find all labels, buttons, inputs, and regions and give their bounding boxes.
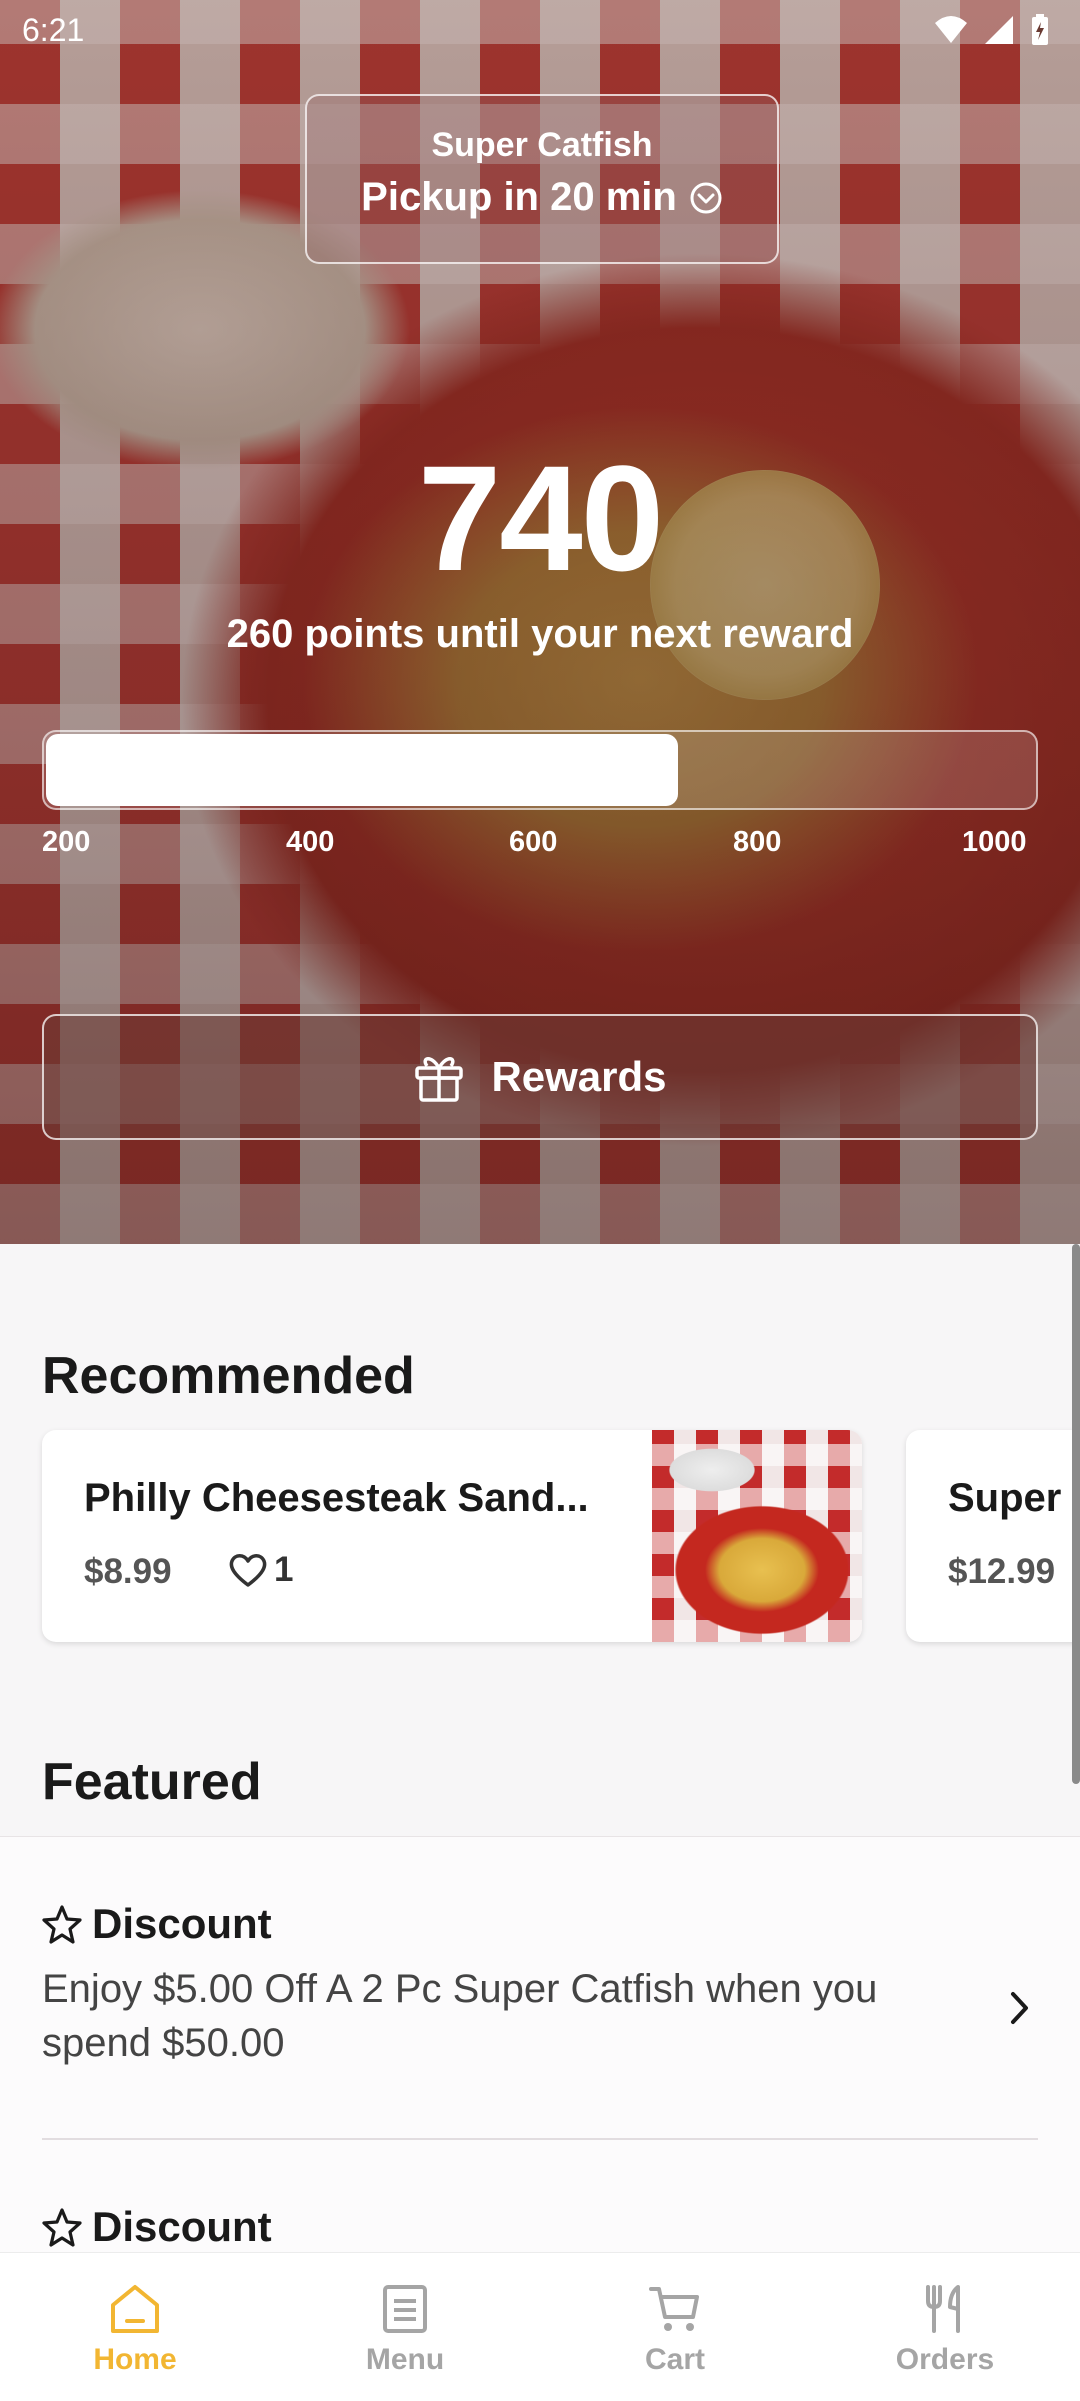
progress-tick: 600 [509, 826, 558, 858]
recommended-card[interactable]: Super $12.99 [906, 1430, 1080, 1642]
divider [42, 2138, 1038, 2140]
nav-home[interactable]: Home [0, 2253, 270, 2401]
recommended-card[interactable]: Philly Cheesesteak Sand... $8.99 1 [42, 1430, 862, 1642]
featured-item-title: Discount [92, 1900, 272, 1947]
rewards-progress-bar [42, 730, 1038, 810]
item-price: $12.99 [948, 1552, 1056, 1591]
points-total: 740 [417, 434, 664, 602]
recommended-title: Recommended [42, 1347, 415, 1405]
item-price: $8.99 [84, 1552, 172, 1591]
store-name: Super Catfish [431, 126, 653, 164]
menu-list-icon [383, 2285, 427, 2333]
like-count: 1 [274, 1550, 294, 1589]
status-icons [934, 14, 1050, 46]
home-icon [111, 2285, 159, 2333]
item-name: Philly Cheesesteak Sand... [84, 1476, 589, 1520]
item-name: Super [948, 1476, 1062, 1520]
nav-orders-label: Orders [895, 2343, 995, 2376]
star-icon [42, 2208, 82, 2247]
featured-item-description: Enjoy $5.00 Off A 2 Pc Super Catfish whe… [42, 1967, 878, 2065]
progress-tick: 400 [286, 826, 335, 858]
cart-icon [649, 2287, 699, 2331]
next-reward-text: 260 points until your next reward [226, 612, 854, 656]
fork-knife-icon [926, 2285, 960, 2333]
rewards-button-label: Rewards [491, 1053, 667, 1100]
nav-orders[interactable]: Orders [810, 2253, 1080, 2401]
battery-charging-icon [1032, 14, 1048, 45]
nav-menu[interactable]: Menu [270, 2253, 540, 2401]
pickup-selector[interactable]: Super Catfish Pickup in 20 min [305, 94, 779, 264]
nav-cart[interactable]: Cart [540, 2253, 810, 2401]
progress-tick: 200 [42, 826, 91, 858]
featured-item-title-row: Discount [42, 1900, 1038, 1948]
nav-menu-label: Menu [365, 2343, 445, 2376]
pickup-time-label: Pickup in 20 min [361, 175, 677, 219]
pickup-time-row: Pickup in 20 min [307, 175, 777, 220]
star-icon [42, 1905, 82, 1944]
item-image [652, 1430, 862, 1642]
chevron-right-icon [1011, 1992, 1028, 2024]
rewards-button[interactable]: Rewards [42, 1014, 1038, 1140]
rewards-progress-fill [46, 734, 678, 806]
nav-cart-label: Cart [644, 2343, 705, 2376]
status-bar: 6:21 [0, 0, 1080, 66]
item-likes[interactable]: 1 [228, 1550, 293, 1590]
wifi-icon [935, 16, 967, 43]
heart-icon [229, 1554, 267, 1587]
featured-title: Featured [42, 1753, 262, 1811]
progress-tick: 800 [733, 826, 782, 858]
gift-icon [415, 1057, 464, 1102]
nav-home-label: Home [93, 2343, 177, 2376]
featured-item-discount[interactable]: Discount [42, 2203, 1038, 2253]
featured-item-discount[interactable]: Discount Enjoy $5.00 Off A 2 Pc Super Ca… [42, 1900, 1038, 2100]
featured-item-title: Discount [92, 2203, 272, 2250]
status-time: 6:21 [22, 12, 85, 48]
featured-item-title-row: Discount [42, 2203, 1038, 2251]
bottom-navigation: Home Menu Cart Orders [0, 2252, 1080, 2401]
chevron-circle-down-icon [690, 182, 722, 213]
signal-icon [985, 16, 1013, 44]
scrollbar[interactable] [1072, 1244, 1080, 1784]
progress-tick: 1000 [962, 826, 1027, 858]
